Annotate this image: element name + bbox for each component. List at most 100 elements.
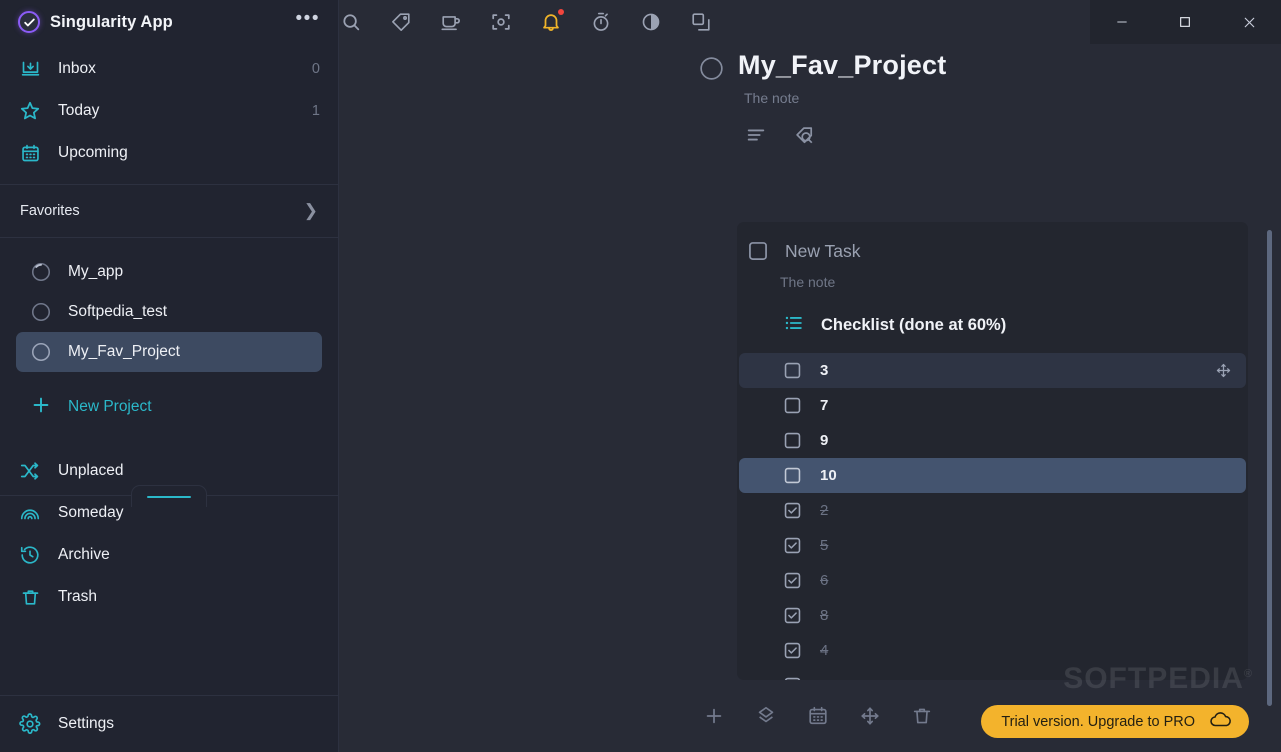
calendar-icon[interactable] [805,703,831,729]
delete-icon[interactable] [909,703,935,729]
task-title-row: New Task [737,234,1248,262]
top-toolbar [339,0,1281,44]
item-checkbox[interactable] [783,466,802,485]
list-view-icon[interactable] [743,122,769,148]
project-circle-icon [30,301,52,323]
checklist-item[interactable]: 3 [739,353,1246,388]
task-checkbox[interactable] [747,240,769,262]
checklist-item[interactable]: 10 [739,458,1246,493]
sidebar-item-softpedia-test[interactable]: Softpedia_test [16,292,322,332]
sidebar-item-label: Trash [58,588,98,605]
item-checkbox-checked[interactable] [783,501,802,520]
sidebar-item-trash[interactable]: Trash [0,576,338,618]
sidebar-item-label: Upcoming [58,144,128,161]
item-checkbox-checked[interactable] [783,571,802,590]
view-tools [743,122,1281,148]
coffee-cup-icon[interactable] [439,10,463,34]
more-horizontal-icon[interactable]: ••• [296,9,320,30]
move-icon[interactable] [857,703,883,729]
task-note: The note [780,274,836,290]
sidebar-item-label: Today [58,102,100,119]
move-icon[interactable] [1214,362,1232,380]
search-icon[interactable] [339,10,363,34]
app-window: Singularity App ••• Inbox 0 Today 1 Upco… [0,0,1281,752]
checklist-item[interactable]: 7 [739,388,1246,423]
checklist-item[interactable]: 4 [739,668,1246,680]
item-label: 9 [820,432,829,449]
project-title-row: My_Fav_Project [698,50,1281,81]
page-title: My_Fav_Project [738,50,947,80]
item-label: 2 [820,502,829,519]
item-checkbox[interactable] [783,431,802,450]
main-area: My_Fav_Project The note New Task The not… [339,0,1281,752]
item-checkbox[interactable] [783,396,802,415]
sidebar-collapse-handle[interactable] [0,485,338,507]
shuffle-icon [18,459,42,483]
item-checkbox[interactable] [783,361,802,380]
app-title: Singularity App [50,12,173,31]
checklist-item[interactable]: 6 [739,563,1246,598]
project-header: My_Fav_Project The note [339,44,1281,148]
item-checkbox-checked[interactable] [783,536,802,555]
close-icon[interactable] [1226,0,1272,44]
item-checkbox-checked[interactable] [783,606,802,625]
today-count: 1 [311,103,320,119]
sidebar-item-upcoming[interactable]: Upcoming [0,132,338,174]
vertical-scrollbar[interactable] [1267,230,1272,706]
sidebar-item-my-app[interactable]: My_app [16,252,322,292]
collapse-tab[interactable] [131,485,207,507]
new-project-button[interactable]: New Project [0,386,338,428]
sidebar-item-today[interactable]: Today 1 [0,90,338,132]
checklist-item[interactable]: 9 [739,423,1246,458]
checklist-item[interactable]: 2 [739,493,1246,528]
tag-search-icon[interactable] [791,122,817,148]
stopwatch-icon[interactable] [589,10,613,34]
content-area: My_Fav_Project The note New Task The not… [339,44,1281,752]
task-title: New Task [785,240,861,261]
project-label: My_app [68,263,124,280]
item-label: 6 [820,572,829,589]
star-icon [18,99,42,123]
favorites-section-header[interactable]: Favorites ❯ [0,185,338,237]
sidebar-item-label: Archive [58,546,110,563]
add-icon[interactable] [701,703,727,729]
windows-icon[interactable] [689,10,713,34]
layers-icon[interactable] [753,703,779,729]
item-checkbox-checked[interactable] [783,641,802,660]
checklist-item[interactable]: 5 [739,528,1246,563]
sidebar-header: Singularity App ••• [0,0,338,44]
trial-upgrade-banner[interactable]: Trial version. Upgrade to PRO [981,705,1249,738]
maximize-icon[interactable] [1162,0,1208,44]
favorites-label: Favorites [20,203,80,219]
minimize-icon[interactable] [1099,0,1145,44]
inbox-icon [18,57,42,81]
tag-icon[interactable] [389,10,413,34]
plus-icon [30,394,52,421]
window-controls [1090,0,1281,44]
focus-frame-icon[interactable] [489,10,513,34]
gear-icon [18,712,42,736]
trash-icon [18,585,42,609]
inbox-count: 0 [311,61,320,77]
item-label: 8 [820,607,829,624]
new-project-label: New Project [68,398,152,415]
chevron-right-icon[interactable]: ❯ [304,201,318,221]
collapse-bar [147,495,191,498]
project-circle-icon [30,341,52,363]
item-label: 4 [820,642,829,659]
sidebar-item-inbox[interactable]: Inbox 0 [0,48,338,90]
project-status-circle-icon[interactable] [698,55,723,80]
checklist-icon [783,312,805,339]
sidebar: Singularity App ••• Inbox 0 Today 1 Upco… [0,0,339,752]
checklist-item[interactable]: 4 [739,633,1246,668]
sidebar-item-archive[interactable]: Archive [0,534,338,576]
sidebar-item-label: Unplaced [58,462,124,479]
project-list: My_app Softpedia_test My_Fav_Project [0,238,338,372]
sidebar-item-my-fav-project[interactable]: My_Fav_Project [16,332,322,372]
bell-icon[interactable] [539,9,564,34]
task-card: New Task The note Checklist (done at 60%… [737,222,1248,680]
sidebar-item-settings[interactable]: Settings [0,696,338,752]
contrast-icon[interactable] [639,10,663,34]
checklist-item[interactable]: 8 [739,598,1246,633]
primary-nav: Inbox 0 Today 1 Upcoming [0,44,338,184]
